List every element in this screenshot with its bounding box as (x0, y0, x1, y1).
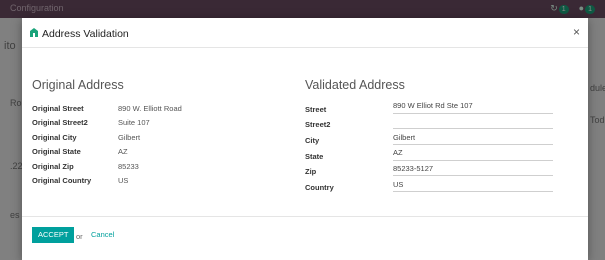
cancel-link[interactable]: Cancel (91, 230, 114, 239)
field-label: Zip (305, 167, 317, 177)
dialog-footer: ACCEPT or Cancel (22, 216, 588, 260)
field-label: Street (305, 104, 327, 114)
original-street-row: Original Street 890 W. Elliott Road (32, 98, 282, 113)
accept-button[interactable]: ACCEPT (32, 227, 75, 243)
field-value: 890 W. Elliott Road (118, 103, 182, 113)
field-label: Original Country (32, 176, 92, 185)
field-value: Gilbert (118, 132, 141, 142)
original-street2-row: Original Street2 Suite 107 (32, 113, 282, 127)
address-validation-dialog: Address Validation × Original Address Or… (22, 18, 588, 260)
validated-street-row: Street (305, 98, 565, 114)
street2-input[interactable] (393, 116, 553, 130)
original-zip-row: Original Zip 85233 (32, 156, 282, 171)
street-input[interactable] (393, 100, 553, 114)
field-label: Street2 (305, 120, 331, 130)
field-label: City (305, 136, 320, 146)
original-state-row: Original State AZ (32, 142, 282, 156)
close-icon[interactable]: × (573, 26, 580, 38)
field-value: 85233 (118, 161, 139, 171)
original-city-row: Original City Gilbert (32, 127, 282, 142)
validated-zip-row: Zip (305, 161, 565, 177)
or-separator: or (76, 232, 83, 241)
field-label: Country (305, 183, 334, 193)
validated-address-section: Validated Address Street Street2 City St… (305, 78, 565, 193)
original-address-section: Original Address Original Street 890 W. … (32, 78, 282, 185)
field-value: Suite 107 (118, 118, 150, 127)
original-country-row: Original Country US (32, 171, 282, 185)
validated-country-row: Country (305, 176, 565, 193)
city-input[interactable] (393, 132, 553, 146)
original-address-heading: Original Address (32, 78, 124, 92)
field-label: Original Street (32, 103, 84, 113)
dialog-title: Address Validation (42, 28, 129, 40)
country-input[interactable] (393, 179, 553, 193)
field-label: Original City (32, 132, 77, 142)
validated-state-row: State (305, 145, 565, 161)
field-label: Original State (32, 147, 81, 156)
app-logo-icon (30, 28, 38, 37)
dialog-header: Address Validation × (22, 18, 588, 48)
field-value: AZ (118, 147, 128, 156)
field-value: US (118, 176, 129, 185)
field-label: State (305, 151, 324, 161)
validated-city-row: City (305, 129, 565, 146)
zip-input[interactable] (393, 163, 553, 177)
field-label: Original Street2 (32, 118, 88, 127)
validated-address-heading: Validated Address (305, 78, 405, 92)
state-input[interactable] (393, 147, 553, 161)
field-label: Original Zip (32, 161, 74, 171)
validated-street2-row: Street2 (305, 114, 565, 130)
